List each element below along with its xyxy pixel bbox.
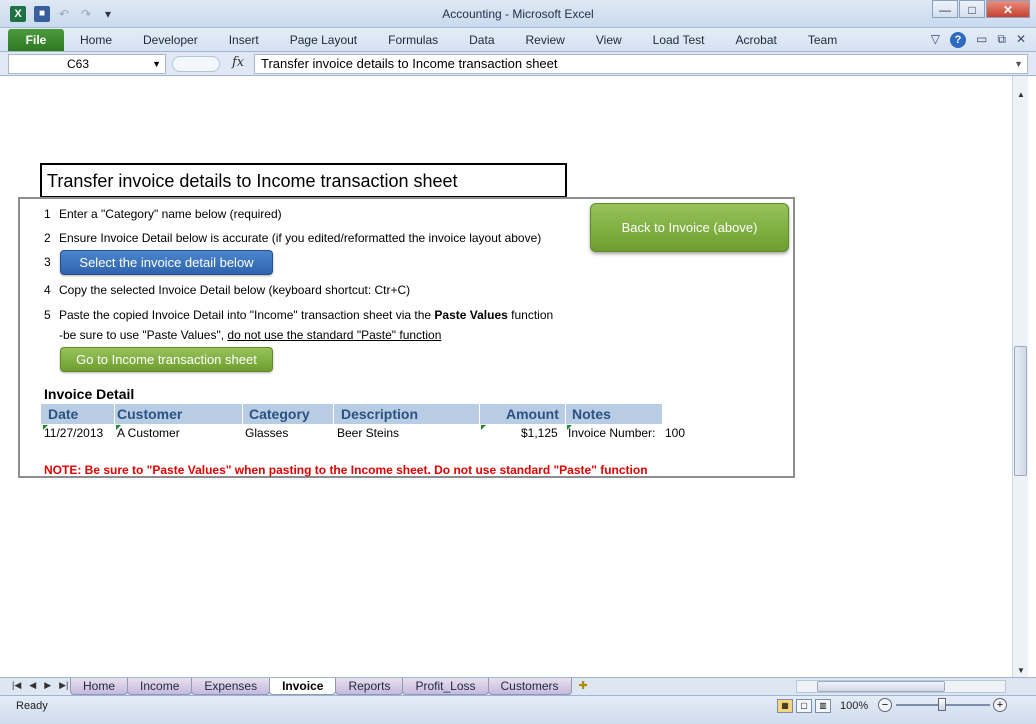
name-box-dropdown-icon[interactable]: ▼ <box>152 55 161 73</box>
window-title: Accounting - Microsoft Excel <box>442 7 594 21</box>
page-layout-view-icon[interactable]: ▢ <box>796 699 812 713</box>
cell-notes-value[interactable]: 100 <box>665 426 685 440</box>
help-icon[interactable]: ? <box>950 32 967 48</box>
title-bar: X ■ ↶ ↷ ▾ Accounting - Microsoft Excel —… <box>0 0 1036 28</box>
horizontal-scrollbar[interactable] <box>796 680 1006 693</box>
scroll-up-icon[interactable]: ▲ <box>1013 90 1029 99</box>
file-tab[interactable]: File <box>8 29 64 51</box>
tab-formulas[interactable]: Formulas <box>388 33 438 47</box>
step-5: 5 Paste the copied Invoice Detail into "I… <box>44 308 554 322</box>
col-customer[interactable]: Customer <box>117 406 182 422</box>
tab-home[interactable]: Home <box>80 33 112 47</box>
paste-values-note: NOTE: Be sure to "Paste Values" when pas… <box>44 463 648 477</box>
zoom-slider-handle[interactable] <box>938 698 946 711</box>
tab-data[interactable]: Data <box>469 33 494 47</box>
zoom-out-icon[interactable]: − <box>878 698 892 712</box>
tab-insert[interactable]: Insert <box>229 33 259 47</box>
status-bar: Ready ▦ ▢ ▥ 100% − + <box>0 695 1036 724</box>
last-sheet-icon[interactable]: ▶| <box>59 680 68 691</box>
col-amount[interactable]: Amount <box>506 406 559 422</box>
invoice-detail-header: Date Customer Category Description Amoun… <box>41 404 662 424</box>
sheet-tab-invoice[interactable]: Invoice <box>269 678 337 695</box>
tab-acrobat[interactable]: Acrobat <box>735 33 776 47</box>
cell-customer[interactable]: A Customer <box>117 426 180 440</box>
formula-bar-expand-handle[interactable] <box>172 56 220 72</box>
col-date[interactable]: Date <box>48 406 78 422</box>
cell-category[interactable]: Glasses <box>245 426 288 440</box>
tab-developer[interactable]: Developer <box>143 33 198 47</box>
prev-sheet-icon[interactable]: ◀ <box>29 680 36 691</box>
normal-view-icon[interactable]: ▦ <box>777 699 793 713</box>
next-sheet-icon[interactable]: ▶ <box>44 680 51 691</box>
step-2: 2 Ensure Invoice Detail below is accurate… <box>44 231 542 245</box>
tab-load-test[interactable]: Load Test <box>653 33 705 47</box>
tab-review[interactable]: Review <box>526 33 565 47</box>
close-button[interactable]: ✕ <box>986 0 1030 18</box>
back-to-invoice-button[interactable]: Back to Invoice (above) <box>590 203 789 252</box>
status-text: Ready <box>16 700 48 712</box>
page-break-view-icon[interactable]: ▥ <box>815 699 831 713</box>
sheet-tab-income[interactable]: Income <box>127 678 193 695</box>
cell-date[interactable]: 11/27/2013 <box>44 426 103 440</box>
scroll-down-icon[interactable]: ▼ <box>1013 666 1029 675</box>
cell-description[interactable]: Beer Steins <box>337 426 399 440</box>
tab-team[interactable]: Team <box>808 33 837 47</box>
step-5-warning: -be sure to use "Paste Values", do not u… <box>59 328 442 342</box>
formula-input[interactable]: Transfer invoice details to Income trans… <box>254 54 1028 74</box>
cell-error-indicator-icon <box>481 425 486 430</box>
horizontal-scroll-thumb[interactable] <box>817 681 945 692</box>
first-sheet-icon[interactable]: |◀ <box>12 680 21 691</box>
workbook-restore-icon[interactable]: ⧉ <box>997 32 1006 48</box>
workbook-close-icon[interactable]: ✕ <box>1016 32 1026 48</box>
name-box[interactable]: C63 ▼ <box>8 54 166 74</box>
sheet-tab-reports[interactable]: Reports <box>335 678 404 695</box>
zoom-in-icon[interactable]: + <box>993 698 1007 712</box>
zoom-level[interactable]: 100% <box>840 700 868 712</box>
formula-content: Transfer invoice details to Income trans… <box>261 56 558 71</box>
col-category[interactable]: Category <box>249 406 310 422</box>
expand-formula-bar-icon[interactable]: ▼ <box>1014 55 1023 73</box>
insert-sheet-icon[interactable]: ✚ <box>571 678 596 695</box>
sheet-tab-profit-loss[interactable]: Profit_Loss <box>402 678 489 695</box>
col-description[interactable]: Description <box>341 406 418 422</box>
select-invoice-detail-button[interactable]: Select the invoice detail below <box>60 250 273 275</box>
formula-bar: C63 ▼ fx Transfer invoice details to Inc… <box>0 52 1036 76</box>
maximize-button[interactable]: □ <box>959 0 985 18</box>
section-heading[interactable]: Transfer invoice details to Income trans… <box>40 163 567 198</box>
sheet-tab-expenses[interactable]: Expenses <box>191 678 271 695</box>
invoice-detail-title: Invoice Detail <box>44 386 135 402</box>
step-4: 4 Copy the selected Invoice Detail below … <box>44 283 411 297</box>
step-3: 3 <box>44 255 51 269</box>
vertical-scrollbar[interactable]: ▲ ▼ <box>1012 76 1028 677</box>
minimize-button[interactable]: — <box>932 0 958 18</box>
name-box-value: C63 <box>67 57 90 71</box>
step-1: 1 Enter a "Category" name below (required… <box>44 207 282 221</box>
sheet-tab-customers[interactable]: Customers <box>487 678 572 695</box>
sheet-tab-bar: |◀ ◀ ▶ ▶| Home Income Expenses Invoice R… <box>0 677 1036 695</box>
col-notes[interactable]: Notes <box>572 406 611 422</box>
workbook-minimize-icon[interactable]: ▭ <box>976 32 987 48</box>
insert-function-icon[interactable]: fx <box>232 55 244 70</box>
cell-notes[interactable]: Invoice Number: <box>568 426 655 440</box>
tab-page-layout[interactable]: Page Layout <box>290 33 357 47</box>
tab-view[interactable]: View <box>596 33 622 47</box>
vertical-scroll-thumb[interactable] <box>1014 346 1027 476</box>
window-controls: — □ ✕ <box>931 0 1030 18</box>
sheet-tab-home[interactable]: Home <box>70 678 129 695</box>
minimize-ribbon-icon[interactable]: ▽ <box>931 32 940 48</box>
cell-amount[interactable]: $1,125 <box>521 426 558 440</box>
go-to-income-sheet-button[interactable]: Go to Income transaction sheet <box>60 347 273 372</box>
ribbon-tabs: File Home Developer Insert Page Layout F… <box>0 28 1036 52</box>
